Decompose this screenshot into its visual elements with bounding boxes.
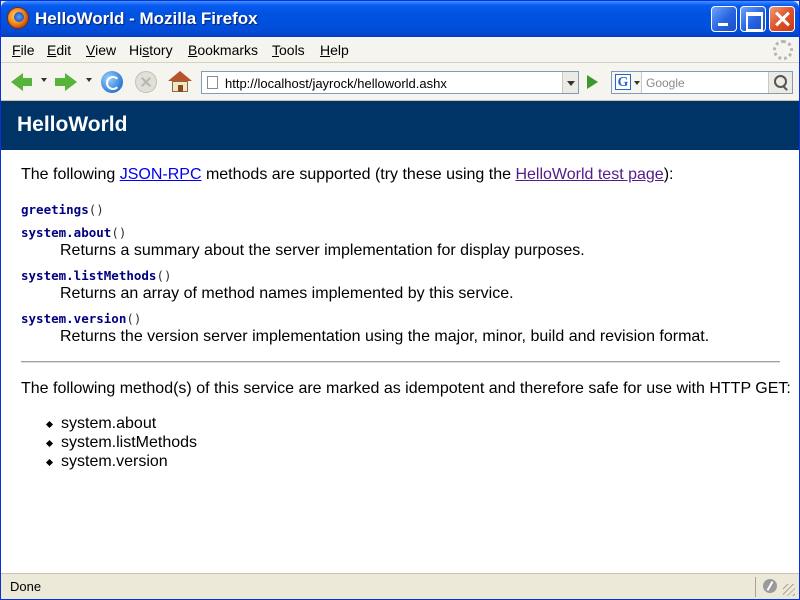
magnifier-icon[interactable] (768, 72, 792, 93)
activity-throbber-icon (773, 40, 793, 60)
forward-arrow-icon (55, 73, 77, 91)
browser-window: HelloWorld - Mozilla Firefox File Edit V… (0, 0, 800, 600)
page-banner: HelloWorld (1, 101, 799, 150)
status-text: Done (10, 579, 42, 594)
method-description: Returns the version server implementatio… (60, 328, 710, 345)
popup-blocker-icon[interactable] (763, 579, 777, 593)
address-bar[interactable] (201, 71, 579, 94)
method-system-version: system.version() (21, 311, 142, 326)
forward-button[interactable] (53, 69, 79, 95)
menu-history[interactable]: History (129, 42, 173, 58)
navigation-toolbar: G (1, 63, 799, 101)
page-content: HelloWorld The following JSON-RPC method… (1, 101, 799, 573)
window-title: HelloWorld - Mozilla Firefox (35, 9, 258, 28)
list-item: system.version (61, 453, 168, 470)
status-divider (755, 577, 756, 597)
back-button[interactable] (9, 69, 35, 95)
firefox-logo-icon (7, 7, 29, 29)
url-input[interactable] (225, 75, 555, 91)
json-rpc-link[interactable]: JSON-RPC (120, 166, 202, 183)
list-item: system.about (61, 415, 157, 432)
menu-tools[interactable]: Tools (272, 42, 305, 58)
home-icon (168, 71, 192, 81)
intro-paragraph: The following JSON-RPC methods are suppo… (21, 166, 674, 183)
list-item: system.listMethods (61, 434, 198, 451)
test-page-link[interactable]: HelloWorld test page (515, 166, 663, 183)
method-system-listmethods: system.listMethods() (21, 268, 172, 283)
stop-icon (135, 71, 157, 93)
menu-edit[interactable]: Edit (47, 42, 71, 58)
search-engine-selector[interactable]: G (612, 72, 642, 93)
reload-icon (101, 71, 123, 93)
close-button[interactable] (769, 6, 795, 32)
menu-bar: File Edit View History Bookmarks Tools H… (1, 37, 799, 63)
minimize-button[interactable] (711, 6, 737, 32)
menu-file[interactable]: File (12, 42, 35, 58)
idempotent-paragraph: The following method(s) of this service … (21, 380, 791, 397)
status-bar: Done (1, 573, 799, 599)
maximize-button[interactable] (740, 6, 766, 32)
horizontal-rule (21, 361, 780, 363)
home-button[interactable] (167, 69, 193, 95)
method-description: Returns an array of method names impleme… (60, 285, 514, 302)
menu-bookmarks[interactable]: Bookmarks (188, 42, 258, 58)
go-button[interactable] (583, 73, 601, 91)
bullet-icon (45, 439, 54, 448)
forward-history-dropdown[interactable] (86, 78, 92, 82)
method-greetings: greetings() (21, 202, 104, 217)
search-input[interactable] (646, 75, 764, 91)
google-icon: G (615, 74, 631, 90)
resize-grip[interactable] (783, 584, 795, 596)
stop-button[interactable] (132, 69, 158, 95)
back-history-dropdown[interactable] (41, 78, 47, 82)
bullet-icon (45, 458, 54, 467)
search-box[interactable]: G (611, 71, 793, 94)
url-history-dropdown[interactable] (562, 72, 578, 93)
bullet-icon (45, 420, 54, 429)
page-heading: HelloWorld (17, 113, 128, 136)
title-bar[interactable]: HelloWorld - Mozilla Firefox (1, 1, 799, 37)
method-description: Returns a summary about the server imple… (60, 242, 585, 259)
menu-help[interactable]: Help (320, 42, 349, 58)
reload-button[interactable] (98, 69, 124, 95)
page-icon (207, 76, 218, 89)
menu-view[interactable]: View (86, 42, 116, 58)
back-arrow-icon (11, 73, 32, 91)
method-system-about: system.about() (21, 225, 127, 240)
